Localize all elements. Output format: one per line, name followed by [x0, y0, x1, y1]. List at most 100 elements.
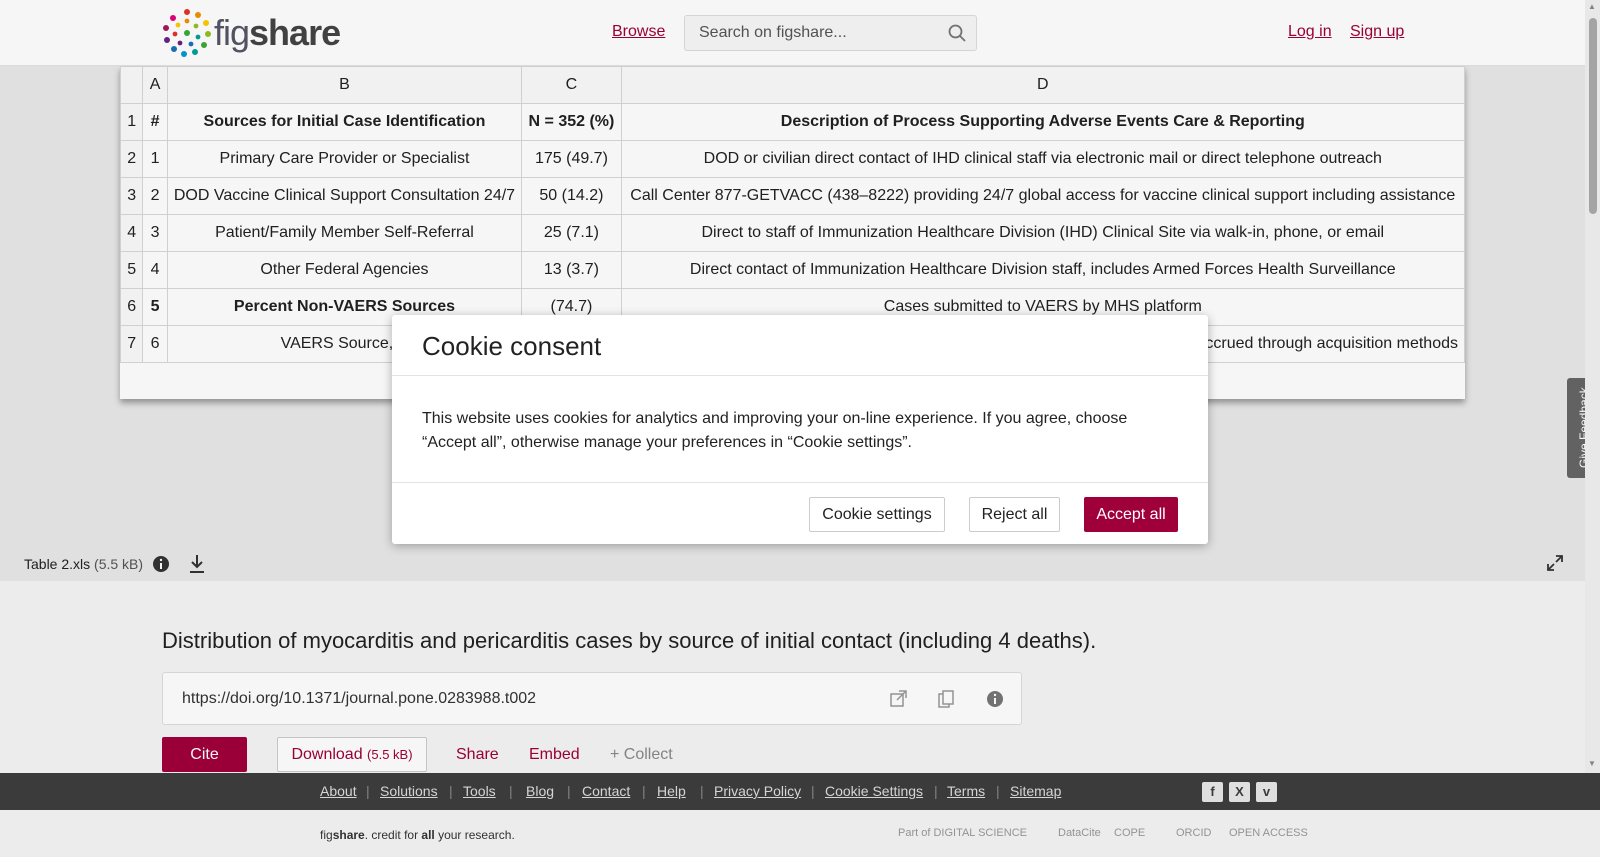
download-size: (5.5 kB) — [367, 746, 413, 762]
table-cell: 5 — [142, 288, 168, 326]
figshare-logo-icon — [163, 9, 211, 57]
row-number: 3 — [120, 177, 144, 215]
column-header-row: A B C D — [120, 66, 1465, 104]
tagline-part2: your research. — [434, 828, 515, 842]
share-link[interactable]: Share — [456, 746, 499, 764]
collect-link[interactable]: + Collect — [610, 746, 673, 764]
logo-text-bold: share — [249, 12, 341, 53]
table-cell: 4 — [142, 251, 168, 289]
vimeo-icon[interactable]: v — [1256, 782, 1277, 802]
scroll-down-arrow-icon[interactable]: ▼ — [1588, 759, 1596, 768]
modal-title: Cookie consent — [422, 331, 602, 361]
download-button[interactable]: Download (5.5 kB) — [277, 737, 427, 772]
copy-icon[interactable] — [938, 690, 954, 708]
logo-text-light: fig — [214, 12, 250, 53]
footer-separator: | — [700, 783, 704, 799]
footer-separator: | — [811, 783, 815, 799]
tagline-fig: fig — [320, 828, 333, 842]
page-scrollbar[interactable]: ▲ ▼ — [1585, 0, 1600, 773]
footer-separator: | — [366, 783, 370, 799]
digital-science-logo[interactable]: Part of DIGITAL SCIENCE — [898, 827, 1027, 839]
table-cell: Other Federal Agencies — [166, 251, 523, 289]
accept-all-button[interactable]: Accept all — [1084, 497, 1178, 532]
footer-link-about[interactable]: About — [320, 783, 357, 799]
info-icon[interactable] — [152, 555, 170, 573]
modal-body-text: This website uses cookies for analytics … — [422, 410, 1128, 451]
reject-all-button[interactable]: Reject all — [969, 497, 1060, 532]
download-label: Download — [291, 745, 363, 763]
embed-link[interactable]: Embed — [529, 746, 580, 764]
footer-separator: | — [449, 783, 453, 799]
table-cell: Direct contact of Immunization Healthcar… — [620, 251, 1465, 289]
table-cell: 25 (7.1) — [521, 214, 622, 252]
browse-link[interactable]: Browse — [612, 23, 665, 41]
footer-separator: | — [509, 783, 513, 799]
signup-link[interactable]: Sign up — [1350, 23, 1404, 41]
table-cell: Description of Process Supporting Advers… — [620, 103, 1465, 141]
table-row: 2 1 Primary Care Provider or Specialist … — [120, 140, 1465, 178]
corner-cell — [120, 66, 144, 104]
info-icon[interactable] — [986, 690, 1004, 708]
cite-button[interactable]: Cite — [162, 737, 247, 772]
row-number: 6 — [120, 288, 144, 326]
footer-separator: | — [567, 783, 571, 799]
open-access-logo[interactable]: OPEN ACCESS — [1229, 827, 1308, 839]
table-cell: 1 — [142, 140, 168, 178]
table-cell: Primary Care Provider or Specialist — [166, 140, 523, 178]
column-header: B — [166, 66, 523, 104]
search-icon[interactable] — [948, 24, 966, 42]
tagline-part1: . credit for — [364, 828, 422, 842]
footer-separator: | — [642, 783, 646, 799]
footer-link-terms[interactable]: Terms — [947, 783, 985, 799]
table-cell: 175 (49.7) — [521, 140, 622, 178]
logo-wordmark: figshare — [214, 9, 341, 57]
tagline-all: all — [421, 828, 435, 842]
login-link[interactable]: Log in — [1288, 23, 1332, 41]
table-cell: 3 — [142, 214, 168, 252]
row-number: 1 — [120, 103, 144, 141]
orcid-logo[interactable]: ORCID — [1176, 827, 1211, 839]
footer-link-privacy-policy[interactable]: Privacy Policy — [714, 783, 801, 799]
footer-link-blog[interactable]: Blog — [526, 783, 554, 799]
table-row: 1 # Sources for Initial Case Identificat… — [120, 103, 1465, 141]
column-header: A — [142, 66, 168, 104]
scroll-up-arrow-icon[interactable]: ▲ — [1588, 2, 1596, 11]
file-size: (5.5 kB) — [94, 556, 144, 572]
table-cell: 50 (14.2) — [521, 177, 622, 215]
external-link-icon[interactable] — [889, 690, 907, 708]
cookie-consent-modal: Cookie consent This website uses cookies… — [392, 315, 1208, 544]
footer-separator: | — [934, 783, 938, 799]
row-number: 7 — [120, 325, 144, 363]
row-number: 4 — [120, 214, 144, 252]
table-cell: 2 — [142, 177, 168, 215]
table-cell: Direct to staff of Immunization Healthca… — [620, 214, 1465, 252]
table-cell: Sources for Initial Case Identification — [166, 103, 523, 141]
fullscreen-icon[interactable] — [1547, 555, 1563, 571]
facebook-icon[interactable]: f — [1202, 782, 1223, 802]
doi-link[interactable]: https://doi.org/10.1371/journal.pone.028… — [182, 690, 536, 708]
datacite-logo[interactable]: DataCite — [1058, 827, 1101, 839]
search-input[interactable] — [685, 16, 925, 50]
footer-link-help[interactable]: Help — [657, 783, 686, 799]
column-header: D — [620, 66, 1465, 104]
footer-link-solutions[interactable]: Solutions — [380, 783, 438, 799]
footer-link-sitemap[interactable]: Sitemap — [1010, 783, 1061, 799]
file-name-text: Table 2.xls — [24, 556, 91, 572]
x-icon[interactable]: X — [1229, 782, 1250, 802]
table-row: 3 2 DOD Vaccine Clinical Support Consult… — [120, 177, 1465, 215]
footer-link-cookie-settings[interactable]: Cookie Settings — [825, 783, 923, 799]
doi-box: https://doi.org/10.1371/journal.pone.028… — [162, 672, 1022, 725]
modal-divider — [392, 375, 1208, 376]
table-cell: N = 352 (%) — [521, 103, 622, 141]
cope-logo[interactable]: COPE — [1114, 827, 1145, 839]
figshare-logo[interactable]: figshare — [162, 8, 341, 58]
table-cell: Patient/Family Member Self-Referral — [166, 214, 523, 252]
cookie-settings-button[interactable]: Cookie settings — [809, 497, 945, 532]
tagline-share: share — [332, 828, 365, 842]
tagline: figshare. credit for all your research. — [320, 828, 515, 842]
footer-link-contact[interactable]: Contact — [582, 783, 630, 799]
footer-link-tools[interactable]: Tools — [463, 783, 496, 799]
download-icon[interactable] — [188, 554, 206, 574]
file-info-bar: Table 2.xls (5.5 kB) — [0, 548, 1585, 582]
scrollbar-thumb[interactable] — [1589, 18, 1597, 214]
